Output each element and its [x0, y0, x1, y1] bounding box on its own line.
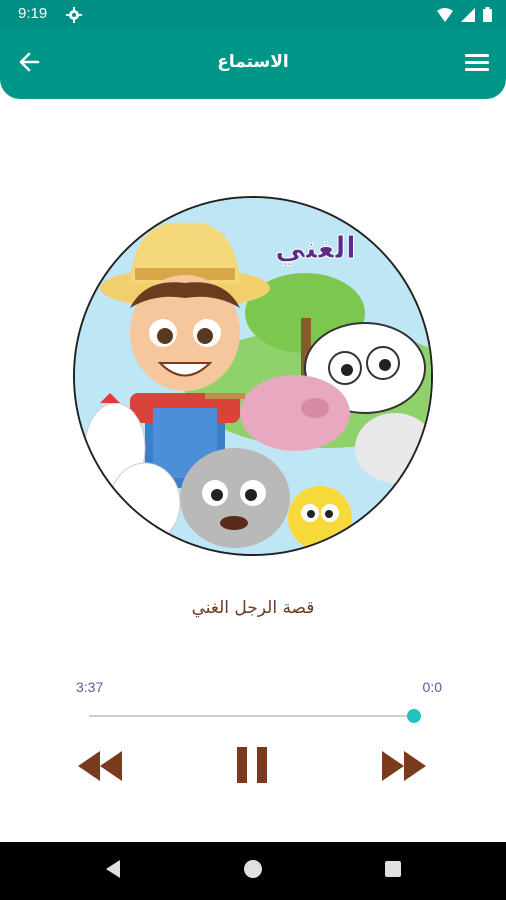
status-icons [437, 7, 492, 26]
album-art-caption: الغني [275, 231, 356, 266]
page-title: الاستماع [217, 52, 289, 72]
seek-thumb[interactable] [406, 709, 421, 723]
nav-back-button[interactable] [98, 859, 128, 883]
nav-recents-button[interactable] [378, 859, 408, 883]
app-bar: الاستماع [0, 30, 506, 99]
pause-icon [235, 745, 269, 789]
track-title: قصة الرجل الغني [191, 598, 315, 618]
settings-icon [66, 7, 82, 23]
fast-forward-button[interactable] [378, 748, 430, 788]
system-nav-bar [0, 842, 506, 900]
nav-home-button[interactable] [238, 859, 268, 883]
pause-button[interactable] [232, 745, 272, 789]
status-time: 9:19 [18, 5, 48, 22]
battery-icon [483, 7, 492, 26]
rewind-button[interactable] [74, 748, 126, 788]
back-triangle-icon [104, 859, 122, 883]
seek-bar[interactable] [89, 709, 421, 723]
status-bar: 9:19 [0, 0, 506, 30]
rewind-icon [76, 749, 124, 787]
album-art: الغني [73, 196, 433, 556]
signal-icon [461, 7, 475, 26]
remaining-time: 0:0 [422, 679, 442, 695]
wifi-icon [437, 7, 453, 26]
recents-square-icon [384, 860, 402, 882]
elapsed-time: 3:37 [76, 679, 104, 695]
album-art-illustration: الغني [75, 198, 431, 554]
app-screen: 9:19 الاستماع الغني قصة الرجل الغني 3:37… [0, 0, 506, 900]
home-circle-icon [243, 859, 263, 883]
menu-button[interactable] [460, 47, 494, 81]
menu-icon [465, 52, 489, 76]
fast-forward-icon [380, 749, 428, 787]
